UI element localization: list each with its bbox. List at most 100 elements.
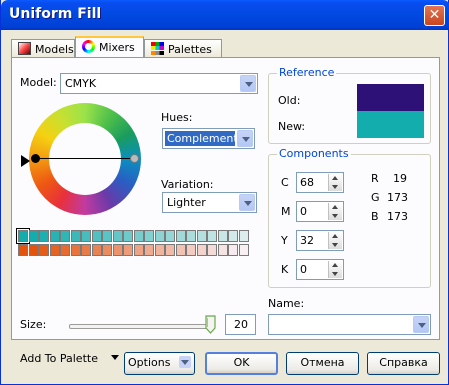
magenta-spinbox[interactable]: 0 xyxy=(296,201,344,222)
color-cell[interactable] xyxy=(144,230,154,242)
size-slider-thumb[interactable] xyxy=(205,315,216,335)
hue-handle-primary[interactable] xyxy=(31,154,40,163)
color-cell[interactable] xyxy=(196,230,207,242)
color-cell[interactable] xyxy=(91,244,102,256)
red-value: 19 xyxy=(393,172,407,185)
chevron-down-icon[interactable] xyxy=(413,316,429,333)
color-cell[interactable] xyxy=(39,230,49,242)
hues-label: Hues: xyxy=(161,111,193,124)
name-label: Name: xyxy=(268,297,305,310)
magenta-label: M xyxy=(281,205,291,218)
add-to-palette-label: Add To Palette xyxy=(20,352,98,365)
color-cell[interactable] xyxy=(186,244,196,256)
cyan-value: 68 xyxy=(300,176,314,189)
color-cell[interactable] xyxy=(28,244,39,256)
color-cell[interactable] xyxy=(207,244,217,256)
spinner-icon[interactable] xyxy=(328,261,342,278)
palette-grid-icon xyxy=(151,42,164,55)
color-cell[interactable] xyxy=(81,230,91,242)
cancel-button[interactable]: Отмена xyxy=(286,352,359,375)
color-variation-grid[interactable] xyxy=(16,228,249,262)
tab-models[interactable]: Models xyxy=(11,39,75,58)
color-wheel-icon xyxy=(82,40,95,53)
color-cell[interactable] xyxy=(123,230,133,242)
color-cell[interactable] xyxy=(207,230,217,242)
color-cell[interactable] xyxy=(186,230,196,242)
tab-mixers[interactable]: Mixers xyxy=(75,36,144,59)
components-group: Components C 68 M 0 Y 32 K 0 R 19 G 173 … xyxy=(268,147,431,288)
color-cell[interactable] xyxy=(102,230,112,242)
hue-handle-secondary[interactable] xyxy=(130,154,139,163)
help-button[interactable]: Справка xyxy=(367,352,440,375)
options-button[interactable]: Options xyxy=(124,352,195,375)
color-cell[interactable] xyxy=(49,230,60,242)
color-cell[interactable] xyxy=(18,244,28,256)
color-cell[interactable] xyxy=(238,244,249,256)
color-cell[interactable] xyxy=(175,244,186,256)
tab-palettes[interactable]: Palettes xyxy=(144,39,222,58)
old-label: Old: xyxy=(278,94,301,107)
color-cell[interactable] xyxy=(144,244,154,256)
color-cell[interactable] xyxy=(154,230,165,242)
ok-button[interactable]: OK xyxy=(205,352,278,375)
models-icon xyxy=(18,42,31,55)
color-cell[interactable] xyxy=(154,244,165,256)
spinner-icon[interactable] xyxy=(328,232,342,249)
variation-label: Variation: xyxy=(161,178,214,191)
color-cell[interactable] xyxy=(49,244,60,256)
cyan-spinbox[interactable]: 68 xyxy=(296,172,344,193)
close-icon[interactable]: ✕ xyxy=(424,5,445,26)
color-cell[interactable] xyxy=(175,230,186,242)
color-cell[interactable] xyxy=(91,230,102,242)
color-cell[interactable] xyxy=(81,244,91,256)
chevron-down-icon[interactable] xyxy=(240,75,256,92)
color-cell[interactable] xyxy=(228,230,238,242)
color-cell[interactable] xyxy=(16,228,30,244)
components-title: Components xyxy=(277,147,351,160)
chevron-down-icon[interactable] xyxy=(239,194,255,211)
color-cell[interactable] xyxy=(123,244,133,256)
red-label: R xyxy=(371,172,379,185)
magenta-value: 0 xyxy=(300,205,307,218)
size-field[interactable]: 20 xyxy=(225,314,256,335)
color-wheel[interactable] xyxy=(29,103,141,215)
yellow-label: Y xyxy=(281,234,288,247)
name-combo[interactable] xyxy=(268,314,431,335)
options-label: Options xyxy=(128,356,171,369)
color-cell[interactable] xyxy=(217,230,228,242)
window-title: Uniform Fill xyxy=(9,6,102,22)
chevron-down-icon[interactable] xyxy=(237,130,253,147)
color-cell[interactable] xyxy=(60,230,70,242)
color-cell[interactable] xyxy=(165,244,175,256)
model-combo[interactable]: CMYK xyxy=(60,73,258,94)
add-to-palette-button[interactable]: Add To Palette xyxy=(20,352,120,365)
variation-combo[interactable]: Lighter xyxy=(162,192,257,213)
color-cell[interactable] xyxy=(70,230,81,242)
color-cell[interactable] xyxy=(238,230,249,242)
color-cell[interactable] xyxy=(28,230,39,242)
spinner-icon[interactable] xyxy=(328,203,342,220)
blue-value: 173 xyxy=(387,210,408,223)
color-cell[interactable] xyxy=(228,244,238,256)
color-cell[interactable] xyxy=(217,244,228,256)
color-cell[interactable] xyxy=(165,230,175,242)
new-color-swatch xyxy=(357,111,424,138)
color-cell[interactable] xyxy=(60,244,70,256)
color-cell[interactable] xyxy=(196,244,207,256)
color-cell[interactable] xyxy=(112,244,123,256)
yellow-value: 32 xyxy=(300,234,314,247)
hues-combo[interactable]: Complement xyxy=(162,128,255,149)
black-spinbox[interactable]: 0 xyxy=(296,259,344,280)
size-slider-track[interactable] xyxy=(69,324,213,329)
spinner-icon[interactable] xyxy=(328,174,342,191)
title-bar[interactable]: Uniform Fill ✕ xyxy=(1,0,449,30)
color-cell[interactable] xyxy=(70,244,81,256)
color-cell[interactable] xyxy=(133,230,144,242)
yellow-spinbox[interactable]: 32 xyxy=(296,230,344,251)
caret-down-icon[interactable] xyxy=(111,355,120,360)
color-cell[interactable] xyxy=(112,230,123,242)
color-cell[interactable] xyxy=(39,244,49,256)
color-cell[interactable] xyxy=(133,244,144,256)
color-cell[interactable] xyxy=(102,244,112,256)
black-label: K xyxy=(281,263,289,276)
